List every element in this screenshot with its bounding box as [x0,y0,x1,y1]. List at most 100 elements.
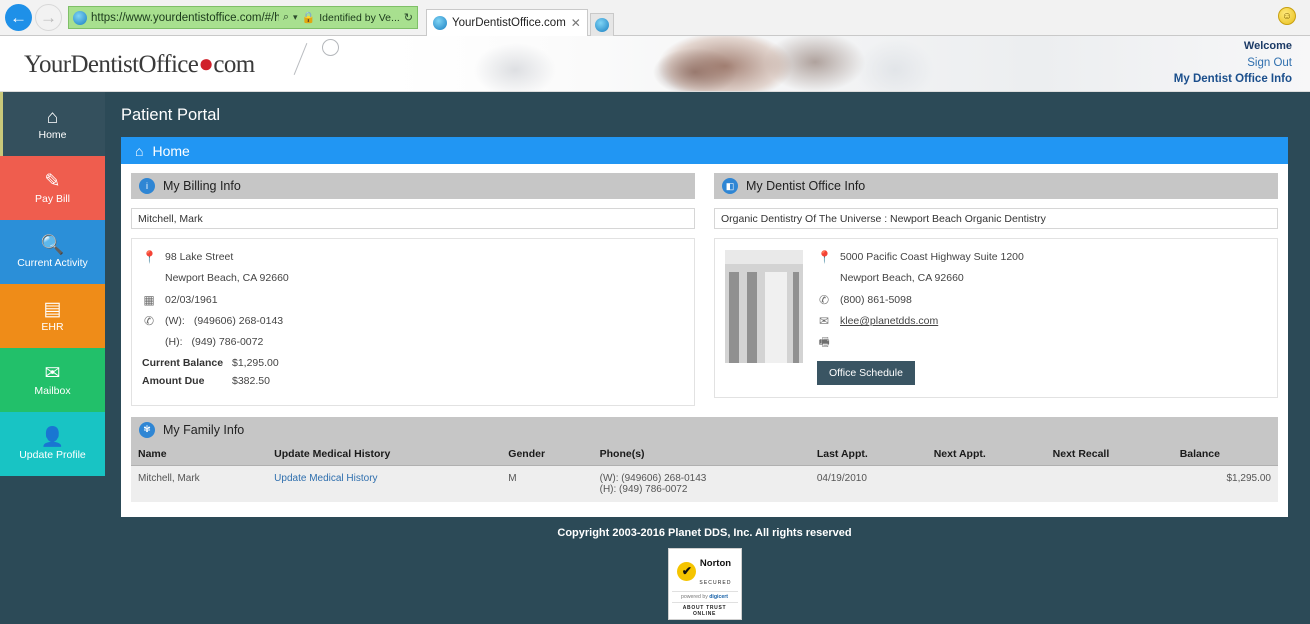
url-text: https://www.yourdentistoffice.com/#/h [91,11,279,24]
cell-last-appt: 04/19/2010 [809,465,927,502]
forward-arrow-icon: → [40,8,57,27]
dental-mirror-graphic [322,39,339,56]
tab-strip: YourDentistOffice.com ✕ [426,0,614,36]
tab-favicon-icon [433,15,447,30]
cell-phones: (W): (949606) 268-0143 (H): (949) 786-007… [592,465,810,502]
content-card: ⌂ Home i My Billing Info Mitchell, Mark [121,137,1288,517]
new-tab-button[interactable] [589,12,614,36]
page-title: Patient Portal [121,106,221,124]
phone-icon: ✆ [143,313,155,328]
about-trust-online-link[interactable]: ABOUT TRUST ONLINE [671,602,738,617]
dental-tool-graphic [293,43,308,75]
column-header: Name [131,442,268,466]
column-header: Gender [501,442,593,466]
cell-phone-home: (H): (949) 786-0072 [599,483,688,495]
breadcrumb-label: Home [152,142,190,159]
table-row: Mitchell, Mark Update Medical History M (W)… [131,465,1278,502]
browser-toolbar: ← → https://www.yourdentistoffice.com/#/… [0,0,1310,36]
column-header: Update Medical History [267,442,502,466]
update-medical-history-link[interactable]: Update Medical History [274,473,377,484]
office-panel-header: ◧ My Dentist Office Info [714,173,1278,199]
norton-secured-word: SECURED [699,580,732,586]
breadcrumb: ⌂ Home [121,137,1288,164]
office-fax-row: 🖷 [817,335,1267,349]
billing-panel: i My Billing Info Mitchell, Mark 📍 98 La… [131,173,695,406]
table-header-row: Name Update Medical History Gender Phone(s)… [131,442,1278,466]
billing-address-row: 📍 98 Lake Street [142,250,684,264]
tab-title: YourDentistOffice.com [452,16,566,29]
amount-due-label: Amount Due [142,374,205,387]
sidebar-item-mailbox[interactable]: ✉ Mailbox [0,348,105,412]
norton-badge-text: Norton SECURED [699,553,731,589]
sidebar-item-home[interactable]: ⌂ Home [0,92,105,156]
chevron-down-icon[interactable]: ▾ [293,12,298,23]
billing-phone-work-row: ✆ (W): (949606) 268-0143 [142,314,684,328]
panels-row: i My Billing Info Mitchell, Mark 📍 98 La… [131,173,1278,406]
office-schedule-button[interactable]: Office Schedule [817,360,915,385]
user-refresh-icon: 👤 [40,426,65,448]
cell-next-appt [926,465,1046,502]
back-button[interactable]: ← [5,4,32,31]
sidebar-item-current-activity[interactable]: 🔍 Current Activity [0,220,105,284]
cell-balance: $1,295.00 [1172,465,1278,502]
norton-badge-top: ✔ Norton SECURED [672,553,738,589]
sidebar-item-label: Current Activity [17,256,88,269]
column-header: Next Appt. [926,442,1046,466]
billing-dob-row: ▦ 02/03/1961 [142,293,684,307]
sign-out-link[interactable]: Sign Out [1174,55,1292,72]
powered-by-label: powered by [680,594,708,600]
office-layout: 📍 5000 Pacific Coast Highway Suite 1200 … [725,250,1267,385]
sidebar-item-label: EHR [41,320,64,333]
office-email-value[interactable]: klee@planetdds.com [840,314,938,328]
office-email-row: ✉ klee@planetdds.com [817,314,1267,328]
close-icon[interactable]: ✕ [571,16,581,30]
norton-powered-by: powered by digicert [671,591,738,600]
site-logo[interactable]: YourDentistOffice●com [0,49,255,79]
search-icon[interactable]: ⌕ [283,11,289,24]
digicert-brand: digicert [709,594,729,600]
office-name-field[interactable]: Organic Dentistry Of The Universe : Newp… [714,208,1278,229]
browser-tab[interactable]: YourDentistOffice.com ✕ [426,8,588,36]
sidebar-item-label: Update Profile [19,448,86,461]
office-building-image [725,250,803,363]
app-body: ⌂ Home ✎ Pay Bill 🔍 Current Activity ▤ EHR ✉ Mail… [0,92,1310,624]
feedback-smiley-icon[interactable]: ☺ [1278,7,1296,25]
office-address-line1: 5000 Pacific Coast Highway Suite 1200 [840,251,1024,263]
billing-address-row2: Newport Beach, CA 92660 [142,271,684,285]
sidebar-item-label: Home [38,128,67,141]
envelope-icon: ✉ [818,313,830,328]
sidebar-item-update-profile[interactable]: 👤 Update Profile [0,412,105,476]
sidebar-item-ehr[interactable]: ▤ EHR [0,284,105,348]
office-details: 📍 5000 Pacific Coast Highway Suite 1200 … [714,238,1278,398]
new-tab-icon [594,17,609,32]
office-panel: ◧ My Dentist Office Info Organic Dentist… [714,173,1278,406]
copyright-text: Copyright 2003-2016 Planet DDS, Inc. All… [557,527,852,539]
my-dentist-office-info-link[interactable]: My Dentist Office Info [1174,71,1292,88]
dental-banner-image [395,36,1310,91]
patient-name-field[interactable]: Mitchell, Mark [131,208,695,229]
site-favicon-icon [73,10,87,25]
lock-icon: 🔒 [301,12,316,24]
billing-phone-home-value[interactable]: (949) 786-0072 [192,335,264,349]
office-phone-row: ✆ (800) 861-5098 [817,293,1267,307]
current-balance-label: Current Balance [142,356,224,369]
logo-text-primary: YourDentistOffice [24,50,199,78]
sidebar-item-pay-bill[interactable]: ✎ Pay Bill [0,156,105,220]
refresh-icon[interactable]: ↻ [404,11,413,24]
logo-text-secondary: com [213,50,255,78]
current-balance-row: Current Balance $1,295.00 [142,357,684,369]
header-links: Welcome Sign Out My Dentist Office Info [1174,39,1310,88]
location-pin-icon: 📍 [817,250,832,264]
address-bar[interactable]: https://www.yourdentistoffice.com/#/h ⌕ … [68,6,418,29]
billing-phone-work-value[interactable]: (949606) 268-0143 [194,314,283,328]
home-icon: ⌂ [46,106,59,128]
patient-name-value: Mitchell, Mark [138,212,203,225]
office-phone-value[interactable]: (800) 861-5098 [840,293,912,307]
forward-button[interactable]: → [35,4,62,31]
envelope-icon: ✉ [44,362,61,384]
amount-due-row: Amount Due $382.50 [142,375,684,387]
ehr-record-icon: ▤ [43,298,62,320]
norton-secured-badge[interactable]: ✔ Norton SECURED powered by digicert ABO… [667,548,742,620]
pay-bill-icon: ✎ [44,170,61,192]
office-contact-block: 📍 5000 Pacific Coast Highway Suite 1200 … [817,250,1267,385]
